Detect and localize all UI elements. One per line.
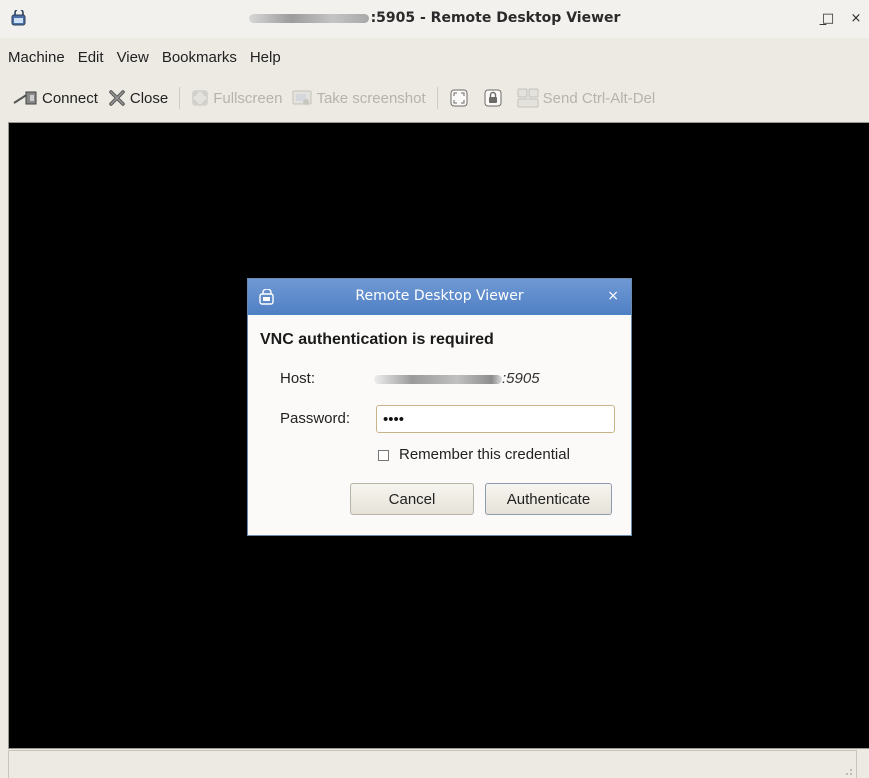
maximize-button[interactable]: □ [820, 11, 836, 27]
window-close-button[interactable]: × [848, 11, 864, 27]
send-ctrl-alt-del-button[interactable]: Send Ctrl-Alt-Del [512, 84, 661, 112]
toolbar-separator [179, 87, 181, 109]
remember-credential-label[interactable]: Remember this credential [399, 446, 570, 463]
lock-icon [484, 89, 502, 107]
dialog-heading: VNC authentication is required [260, 331, 494, 348]
toolbar-separator [436, 87, 438, 109]
window-title: :5905 - Remote Desktop Viewer [0, 10, 869, 26]
window-titlebar[interactable]: :5905 - Remote Desktop Viewer _ □ × [0, 0, 869, 38]
dialog-titlebar[interactable]: Remote Desktop Viewer × [248, 279, 631, 315]
vnc-auth-dialog: Remote Desktop Viewer × VNC authenticati… [247, 278, 632, 536]
close-label: Close [129, 89, 169, 107]
screenshot-label: Take screenshot [316, 89, 426, 107]
fullscreen-button[interactable]: Fullscreen [186, 84, 287, 112]
remember-credential-checkbox[interactable] [378, 450, 389, 461]
keyboard-keys-icon [517, 88, 539, 108]
menu-bar: Machine Edit View Bookmarks Help [0, 46, 288, 70]
cancel-button[interactable]: Cancel [350, 483, 474, 515]
menu-edit[interactable]: Edit [72, 46, 111, 70]
password-field[interactable] [376, 405, 615, 433]
dialog-close-button[interactable]: × [607, 288, 619, 304]
password-label: Password: [280, 410, 351, 427]
send-ctrl-alt-del-label: Send Ctrl-Alt-Del [542, 89, 656, 107]
redacted-host [374, 375, 502, 384]
screenshot-icon [292, 90, 312, 105]
host-value: :5905 [502, 370, 540, 387]
toolbar: Connect Close Fullscreen Take screenshot [0, 84, 660, 112]
remote-desktop-viewer-window: :5905 - Remote Desktop Viewer _ □ × Mach… [0, 0, 869, 778]
connect-label: Connect [42, 89, 98, 107]
scale-icon [450, 89, 468, 107]
authenticate-button[interactable]: Authenticate [485, 483, 612, 515]
resize-grip-icon[interactable] [843, 766, 853, 776]
connect-button[interactable]: Connect [0, 84, 103, 112]
close-connection-button[interactable]: Close [103, 84, 173, 112]
fullscreen-icon [192, 90, 208, 106]
dialog-title: Remote Desktop Viewer [355, 288, 524, 304]
fullscreen-label: Fullscreen [213, 89, 283, 107]
redacted-hostname [248, 13, 369, 23]
connect-plug-icon [13, 91, 37, 105]
menu-bookmarks[interactable]: Bookmarks [156, 46, 244, 70]
status-bar [8, 750, 857, 778]
menu-view[interactable]: View [111, 46, 156, 70]
host-label: Host: [280, 370, 316, 387]
keyboard-grab-button[interactable] [478, 84, 512, 112]
menu-machine[interactable]: Machine [0, 46, 72, 70]
scaling-button[interactable] [444, 84, 478, 112]
close-x-icon [109, 90, 125, 106]
menu-help[interactable]: Help [244, 46, 288, 70]
take-screenshot-button[interactable]: Take screenshot [287, 84, 430, 112]
